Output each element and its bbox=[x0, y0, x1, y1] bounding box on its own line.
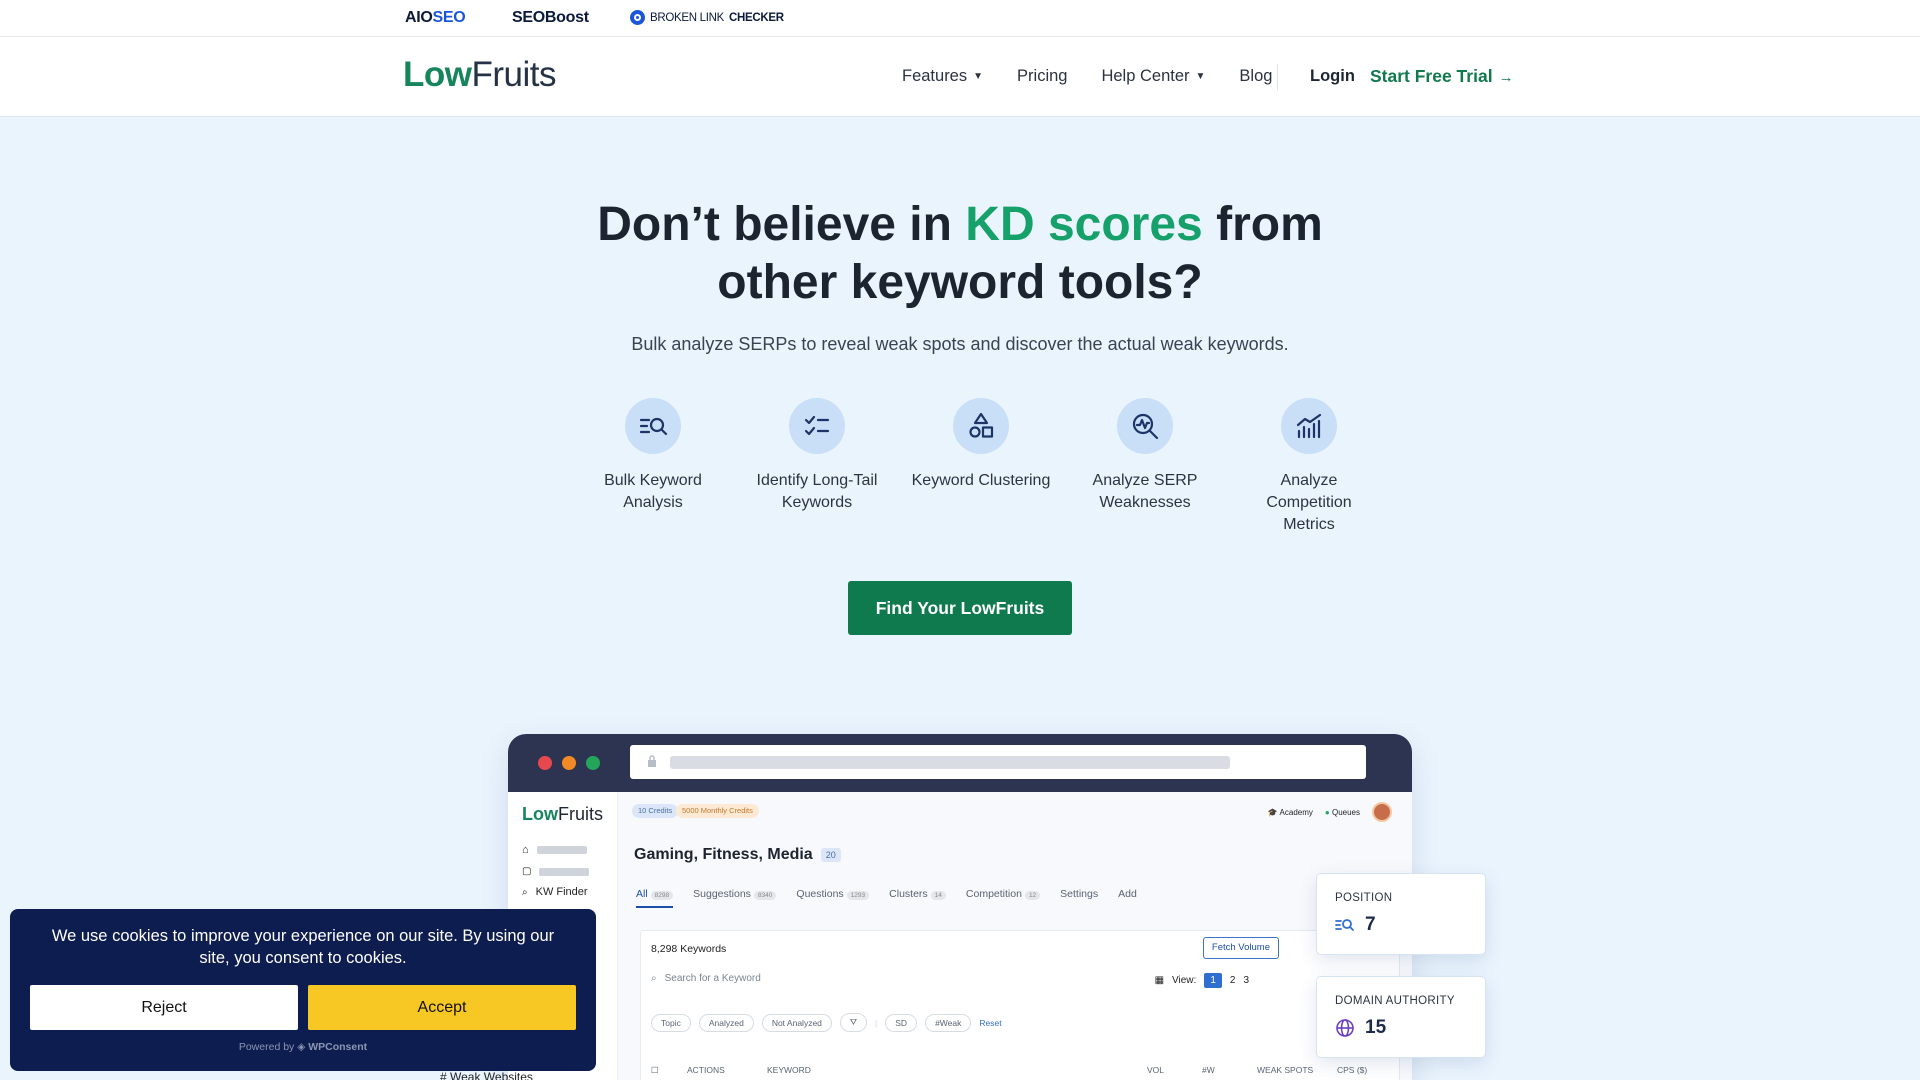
start-free-trial-link[interactable]: Start Free Trial → bbox=[1370, 66, 1514, 87]
feature-list: Bulk Keyword Analysis Identify Long-Tail… bbox=[568, 398, 1368, 548]
feature-clustering: Keyword Clustering bbox=[911, 398, 1051, 492]
accept-cookies-button[interactable]: Accept bbox=[308, 985, 576, 1030]
table-header: ☐ ACTIONS KEYWORD VOL #W WEAK SPOTS CPS … bbox=[651, 1065, 1368, 1075]
filter-icon: ⛛ bbox=[839, 1013, 868, 1032]
brand-bar: AIOSEO SEOBoost BROKEN LINK CHECKER bbox=[0, 0, 1920, 37]
credits-badge: 10 Credits bbox=[632, 804, 679, 818]
mock-app-main: 10 Credits 5000 Monthly Credits 🎓 Academ… bbox=[618, 792, 1412, 1080]
minimize-dot-icon bbox=[562, 756, 576, 770]
lowfruits-logo[interactable]: LowFruits bbox=[403, 55, 556, 95]
feature-long-tail: Identify Long-Tail Keywords bbox=[747, 398, 887, 514]
shapes-icon bbox=[953, 398, 1009, 454]
main-nav: LowFruits Features ▼ Pricing Help Center ▼… bbox=[0, 37, 1920, 117]
checklist-icon bbox=[789, 398, 845, 454]
avatar bbox=[1372, 802, 1392, 822]
monthly-credits-badge: 5000 Monthly Credits bbox=[676, 804, 759, 818]
app-screenshot-mockup: LowFruits ⌂ ▢ ⌕ KW Finder 10 Credits 5000… bbox=[508, 734, 1412, 1080]
position-card: POSITION 7 bbox=[1316, 873, 1486, 955]
nav-features[interactable]: Features ▼ bbox=[902, 67, 983, 86]
nav-links: Features ▼ Pricing Help Center ▼ Blog bbox=[902, 67, 1272, 86]
tab-suggestions: Suggestions 8340 bbox=[693, 888, 777, 908]
chevron-down-icon: ▼ bbox=[1195, 71, 1206, 82]
chevron-down-icon: ▼ bbox=[973, 71, 984, 82]
tab-settings: Settings bbox=[1060, 888, 1099, 900]
link-icon bbox=[630, 10, 645, 25]
clipboard-icon: ▢ bbox=[522, 866, 532, 877]
feature-competition: Analyze Competition Metrics bbox=[1239, 398, 1379, 536]
placeholder-bar bbox=[539, 867, 590, 876]
arrow-right-icon: → bbox=[1498, 69, 1514, 86]
broken-link-checker-logo[interactable]: BROKEN LINK CHECKER bbox=[630, 10, 784, 25]
placeholder-bar bbox=[536, 846, 587, 854]
tab-clusters: Clusters 14 bbox=[889, 888, 946, 908]
aioseo-logo[interactable]: AIOSEO bbox=[405, 9, 466, 27]
seoboost-logo[interactable]: SEOBoost bbox=[512, 9, 589, 27]
hero-subtitle: Bulk analyze SERPs to reveal weak spots … bbox=[631, 334, 1289, 354]
mock-tabs: All 8298 Suggestions 8340 Questions 1293 Cl… bbox=[636, 888, 1137, 908]
filter-chips: Topic Analyzed Not Analyzed ⛛ | SD #Weak… bbox=[651, 1013, 1002, 1032]
find-lowfruits-button[interactable]: Find Your LowFruits bbox=[848, 581, 1072, 635]
nav-blog[interactable]: Blog bbox=[1239, 67, 1272, 86]
keyword-count: 8,298 Keywords bbox=[651, 943, 727, 955]
project-title: Gaming, Fitness, Media 20 bbox=[634, 846, 841, 864]
close-dot-icon bbox=[538, 756, 552, 770]
powered-by[interactable]: Powered by ◈ WPConsent bbox=[10, 1041, 596, 1053]
url-placeholder-bar bbox=[670, 756, 1230, 769]
maximize-dot-icon bbox=[586, 756, 600, 770]
home-icon: ⌂ bbox=[522, 844, 529, 856]
queues-link: ● Queues bbox=[1324, 807, 1360, 817]
hero-title: Don’t believe in KD scores from other ke… bbox=[597, 198, 1323, 309]
cookie-message: We use cookies to improve your experienc… bbox=[51, 927, 555, 967]
tab-questions: Questions 1293 bbox=[796, 888, 870, 908]
feature-serp-weakness: Analyze SERP Weaknesses bbox=[1075, 398, 1215, 514]
keyword-panel: 8,298 Keywords Fetch Volume ⌕ Search for … bbox=[640, 930, 1400, 1080]
keyword-search: ⌕ Search for a Keyword bbox=[651, 973, 761, 984]
magnify-pulse-icon bbox=[1117, 398, 1173, 454]
fetch-volume-button: Fetch Volume bbox=[1202, 937, 1279, 959]
url-bar bbox=[630, 745, 1366, 779]
search-list-icon bbox=[625, 398, 681, 454]
lock-icon bbox=[648, 755, 656, 767]
view-pager: ▦ View: 1 2 3 bbox=[1154, 973, 1249, 988]
browser-toolbar bbox=[508, 734, 1412, 792]
nav-divider bbox=[1277, 64, 1278, 90]
table-icon: ▦ bbox=[1154, 975, 1165, 986]
search-list-icon bbox=[1335, 919, 1354, 931]
cookie-banner: We use cookies to improve your experienc… bbox=[10, 909, 596, 1071]
reject-cookies-button[interactable]: Reject bbox=[30, 985, 298, 1030]
nav-pricing[interactable]: Pricing bbox=[1017, 67, 1067, 86]
tab-add: Add bbox=[1118, 888, 1137, 900]
mock-sidebar-home: ⌂ bbox=[522, 844, 587, 856]
nav-help-center[interactable]: Help Center ▼ bbox=[1101, 67, 1205, 86]
search-icon: ⌕ bbox=[651, 973, 657, 984]
mock-sidebar-docs: ▢ bbox=[522, 866, 590, 877]
tab-all: All 8298 bbox=[636, 888, 674, 908]
globe-icon bbox=[1336, 1019, 1354, 1037]
login-link[interactable]: Login bbox=[1310, 67, 1355, 86]
mock-sidebar-kw-finder: ⌕ KW Finder bbox=[522, 886, 588, 898]
tab-competition: Competition 12 bbox=[966, 888, 1041, 908]
academy-link: 🎓 Academy bbox=[1267, 807, 1313, 817]
chart-trend-icon bbox=[1281, 398, 1337, 454]
weak-websites-label: # Weak Websites bbox=[440, 1070, 533, 1080]
mock-top-links: 🎓 Academy ● Queues bbox=[1268, 802, 1392, 822]
mock-logo: LowFruits bbox=[522, 804, 603, 824]
feature-bulk-keyword: Bulk Keyword Analysis bbox=[583, 398, 723, 514]
wpconsent-icon: ◈ bbox=[297, 1041, 306, 1053]
search-icon: ⌕ bbox=[522, 886, 528, 898]
domain-authority-card: DOMAIN AUTHORITY 15 bbox=[1316, 976, 1486, 1058]
